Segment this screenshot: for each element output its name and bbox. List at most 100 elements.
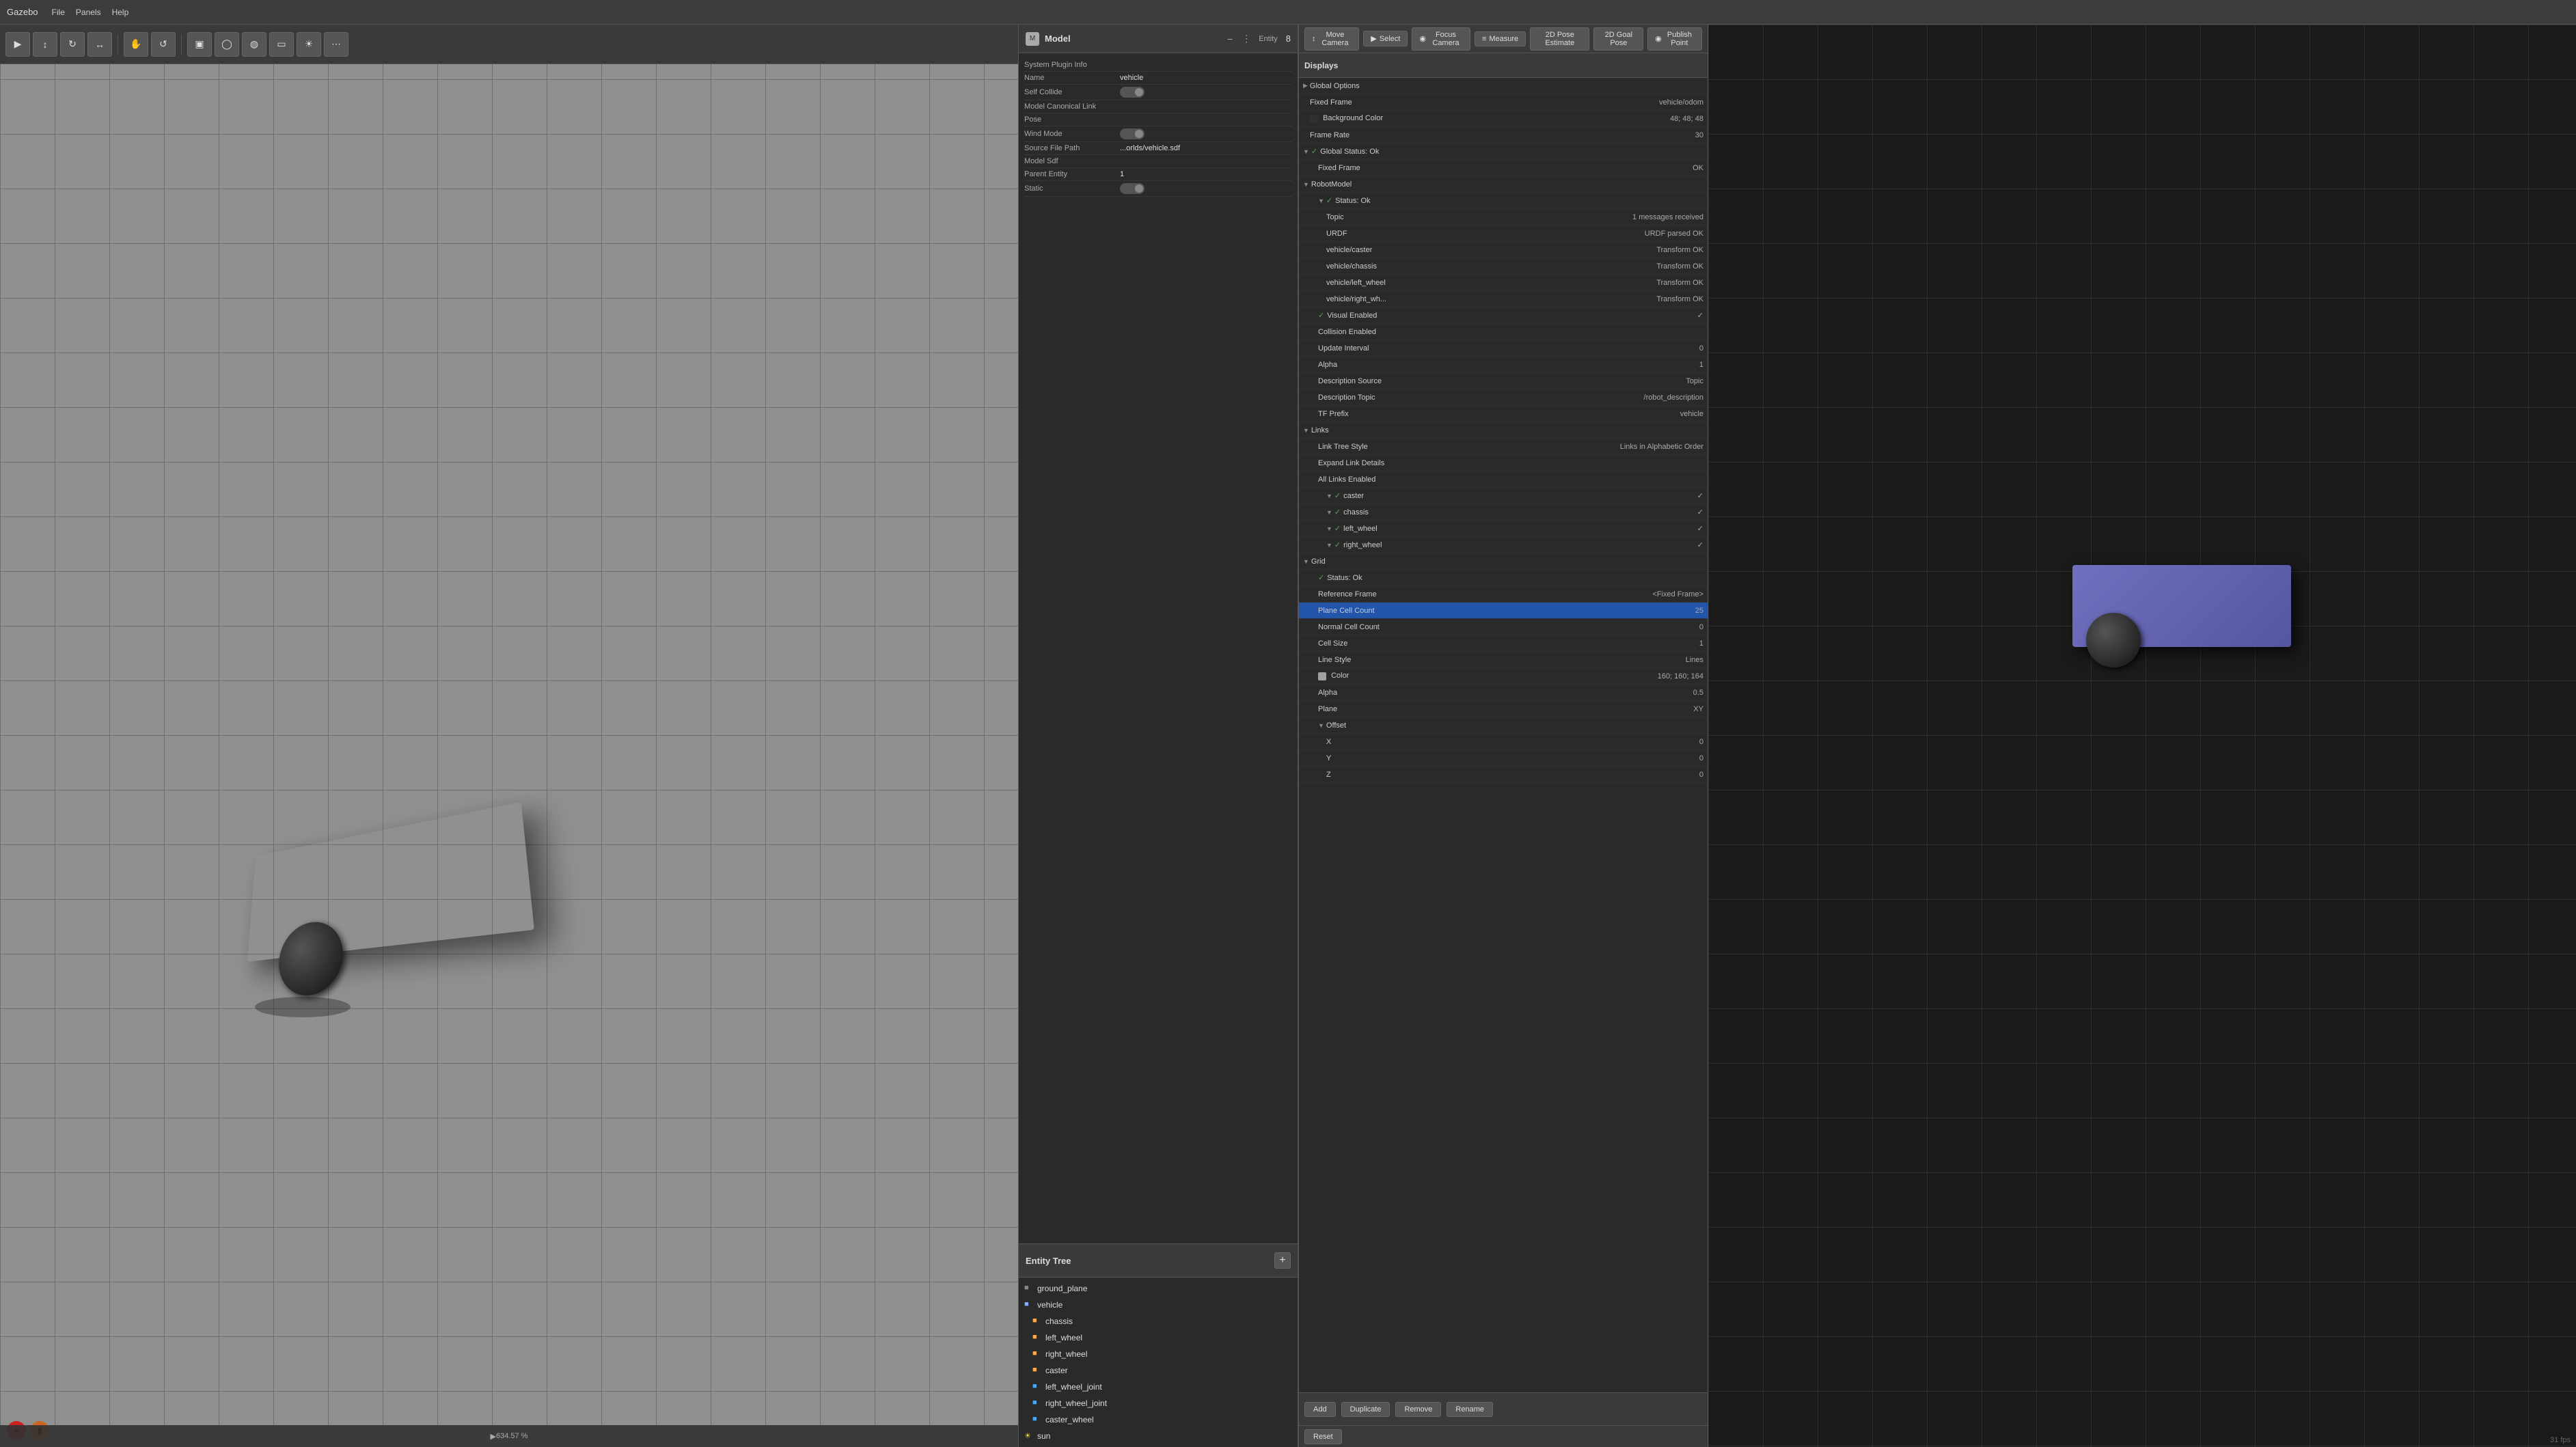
display-row-robotmodel[interactable]: ▼ RobotModel: [1299, 176, 1708, 193]
sun-icon: ☀: [1024, 1431, 1034, 1441]
display-row-links[interactable]: ▼ Links: [1299, 422, 1708, 439]
tree-item-left-wheel[interactable]: ■ left_wheel: [1019, 1329, 1298, 1346]
display-row-grid-alpha[interactable]: Alpha 0.5: [1299, 685, 1708, 701]
status-ok-label: Status: Ok: [1335, 197, 1703, 205]
prop-model-sdf: Model Sdf: [1024, 155, 1292, 168]
publish-point-btn[interactable]: ◉ Publish Point: [1647, 27, 1702, 51]
toolbar-more[interactable]: ⋯: [324, 32, 348, 57]
display-row-vehicle-right-wheel[interactable]: vehicle/right_wh... Transform OK: [1299, 291, 1708, 307]
static-toggle[interactable]: [1120, 183, 1145, 194]
global-status-arrow: ▼: [1303, 148, 1309, 155]
display-row-normal-cell-count[interactable]: Normal Cell Count 0: [1299, 619, 1708, 635]
display-row-plane-cell-count[interactable]: Plane Cell Count 25: [1299, 603, 1708, 619]
display-row-frame-rate[interactable]: Frame Rate 30: [1299, 127, 1708, 143]
display-row-visual-enabled[interactable]: ✓ Visual Enabled ✓: [1299, 307, 1708, 324]
display-row-fixed-frame[interactable]: Fixed Frame vehicle/odom: [1299, 94, 1708, 111]
menu-file[interactable]: File: [52, 8, 65, 17]
toolbar-lights[interactable]: ☀: [297, 32, 321, 57]
focus-camera-btn[interactable]: ◉ Focus Camera: [1412, 27, 1470, 51]
menu-panels[interactable]: Panels: [76, 8, 101, 17]
toolbar-capsule[interactable]: ▭: [269, 32, 294, 57]
display-row-status-ok[interactable]: ▼ ✓ Status: Ok: [1299, 193, 1708, 209]
toolbar-translate[interactable]: ↕: [33, 32, 57, 57]
toolbar-sphere[interactable]: ◯: [215, 32, 239, 57]
toolbar-scale[interactable]: ↔: [87, 32, 112, 57]
measure-btn[interactable]: ≡ Measure: [1475, 31, 1526, 46]
display-row-tf-prefix[interactable]: TF Prefix vehicle: [1299, 406, 1708, 422]
display-row-urdf[interactable]: URDF URDF parsed OK: [1299, 225, 1708, 242]
display-row-link-tree-style[interactable]: Link Tree Style Links in Alphabetic Orde…: [1299, 439, 1708, 455]
rename-display-btn[interactable]: Rename: [1447, 1402, 1493, 1417]
display-row-update-interval[interactable]: Update Interval 0: [1299, 340, 1708, 357]
display-row-ref-frame[interactable]: Reference Frame <Fixed Frame>: [1299, 586, 1708, 603]
display-row-chassis-link[interactable]: ▼ ✓ chassis ✓: [1299, 504, 1708, 521]
select-btn[interactable]: ▶ Select: [1363, 31, 1408, 46]
left-wheel-joint-label: left_wheel_joint: [1045, 1382, 1102, 1392]
display-row-y[interactable]: Y 0: [1299, 750, 1708, 767]
display-row-grid-color[interactable]: Color 160; 160; 164: [1299, 668, 1708, 685]
display-row-collision-enabled[interactable]: Collision Enabled: [1299, 324, 1708, 340]
display-row-global-options[interactable]: ▶ Global Options: [1299, 78, 1708, 94]
menu-help[interactable]: Help: [112, 8, 129, 17]
display-row-grid[interactable]: ▼ Grid: [1299, 553, 1708, 570]
right-viewport-grid[interactable]: [1708, 25, 2576, 1447]
display-row-offset[interactable]: ▼ Offset: [1299, 717, 1708, 734]
remove-display-btn[interactable]: Remove: [1395, 1402, 1441, 1417]
display-row-vehicle-caster[interactable]: vehicle/caster Transform OK: [1299, 242, 1708, 258]
reset-btn[interactable]: Reset: [1304, 1429, 1342, 1444]
display-row-z[interactable]: Z 0: [1299, 767, 1708, 783]
display-row-vehicle-chassis[interactable]: vehicle/chassis Transform OK: [1299, 258, 1708, 275]
display-row-x[interactable]: X 0: [1299, 734, 1708, 750]
tree-item-sun[interactable]: ☀ sun: [1019, 1428, 1298, 1444]
tree-item-vehicle[interactable]: ■ vehicle: [1019, 1297, 1298, 1313]
duplicate-display-btn[interactable]: Duplicate: [1341, 1402, 1390, 1417]
grid-arrow: ▼: [1303, 558, 1309, 565]
displays-footer: Add Duplicate Remove Rename: [1299, 1392, 1708, 1425]
tree-item-right-wheel[interactable]: ■ right_wheel: [1019, 1346, 1298, 1362]
tree-item-caster[interactable]: ■ caster: [1019, 1362, 1298, 1379]
display-row-fixed-frame-status[interactable]: Fixed Frame OK: [1299, 160, 1708, 176]
2d-goal-btn[interactable]: 2D Goal Pose: [1593, 27, 1643, 51]
wind-mode-toggle[interactable]: [1120, 128, 1145, 139]
display-row-global-status[interactable]: ▼ ✓ Global Status: Ok: [1299, 143, 1708, 160]
left-viewport-grid[interactable]: [0, 25, 1018, 1447]
tree-item-chassis[interactable]: ■ chassis: [1019, 1313, 1298, 1329]
panel-options[interactable]: ⋮: [1239, 32, 1253, 46]
display-row-left-wheel-link[interactable]: ▼ ✓ left_wheel ✓: [1299, 521, 1708, 537]
focus-icon: ◉: [1419, 34, 1426, 43]
entity-tree-list[interactable]: ■ ground_plane ■ vehicle ■ chassis ■ lef…: [1019, 1278, 1298, 1447]
display-row-topic[interactable]: Topic 1 messages received: [1299, 209, 1708, 225]
display-row-grid-status[interactable]: ✓ Status: Ok: [1299, 570, 1708, 586]
add-display-btn[interactable]: Add: [1304, 1402, 1336, 1417]
display-row-right-wheel-link[interactable]: ▼ ✓ right_wheel ✓: [1299, 537, 1708, 553]
display-row-line-style[interactable]: Line Style Lines: [1299, 652, 1708, 668]
tree-item-left-wheel-joint[interactable]: ■ left_wheel_joint: [1019, 1379, 1298, 1395]
viewport-right[interactable]: 31 fps: [1708, 25, 2576, 1447]
tree-item-right-wheel-joint[interactable]: ■ right_wheel_joint: [1019, 1395, 1298, 1411]
display-row-caster-link[interactable]: ▼ ✓ caster ✓: [1299, 488, 1708, 504]
display-row-desc-topic[interactable]: Description Topic /robot_description: [1299, 389, 1708, 406]
toolbar-measure[interactable]: ↺: [151, 32, 176, 57]
tree-item-caster-wheel[interactable]: ■ caster_wheel: [1019, 1411, 1298, 1428]
display-row-desc-source[interactable]: Description Source Topic: [1299, 373, 1708, 389]
2d-pose-btn[interactable]: 2D Pose Estimate: [1530, 27, 1589, 51]
display-row-alpha[interactable]: Alpha 1: [1299, 357, 1708, 373]
display-row-all-links[interactable]: All Links Enabled: [1299, 471, 1708, 488]
toolbar-cylinder[interactable]: ◍: [242, 32, 266, 57]
toolbar-rotate[interactable]: ↻: [60, 32, 85, 57]
display-row-expand-links[interactable]: Expand Link Details: [1299, 455, 1708, 471]
toolbar-select[interactable]: ▶: [5, 32, 30, 57]
tree-item-ground-plane[interactable]: ■ ground_plane: [1019, 1280, 1298, 1297]
toolbar-hand[interactable]: ✋: [124, 32, 148, 57]
display-row-cell-size[interactable]: Cell Size 1: [1299, 635, 1708, 652]
display-row-plane[interactable]: Plane XY: [1299, 701, 1708, 717]
display-row-vehicle-left-wheel[interactable]: vehicle/left_wheel Transform OK: [1299, 275, 1708, 291]
displays-content[interactable]: ▶ Global Options Fixed Frame vehicle/odo…: [1299, 78, 1708, 1392]
display-row-bg-color[interactable]: Background Color 48; 48; 48: [1299, 111, 1708, 127]
self-collide-toggle[interactable]: [1120, 87, 1145, 98]
viewport-left[interactable]: ▶ ↕ ↻ ↔ ✋ ↺ ▣ ◯ ◍ ▭ ☀ ⋯ ●: [0, 25, 1018, 1447]
move-camera-btn[interactable]: ↕ Move Camera: [1304, 27, 1359, 51]
panel-minimize[interactable]: −: [1223, 32, 1237, 46]
entity-tree-add-btn[interactable]: +: [1274, 1252, 1291, 1269]
toolbar-box[interactable]: ▣: [187, 32, 212, 57]
